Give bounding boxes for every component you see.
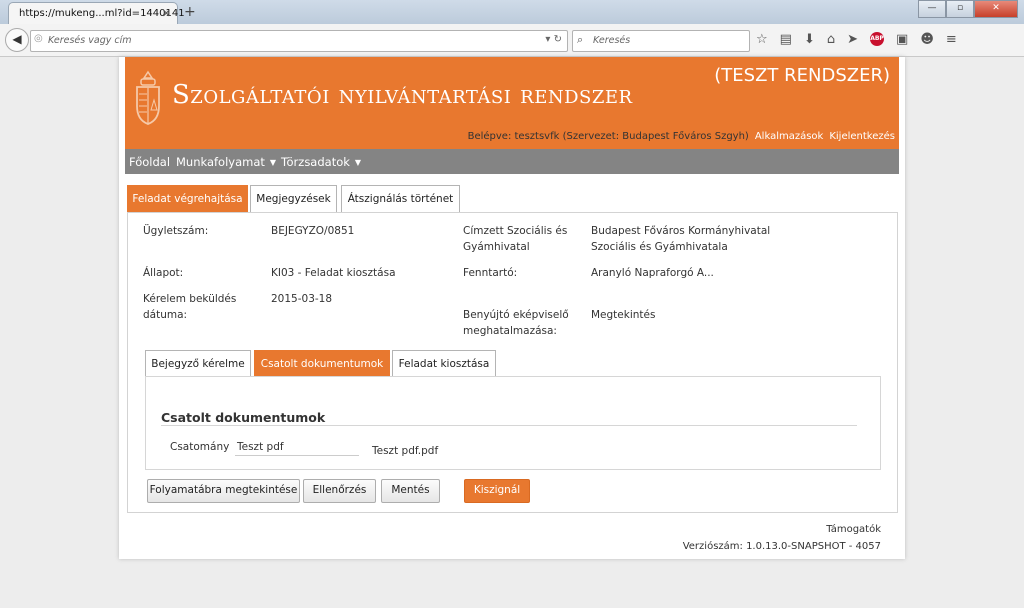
search-placeholder: Keresés xyxy=(593,35,631,46)
case-number-label: Ügyletszám: xyxy=(143,225,209,237)
browser-navbar: ◀ ◎ Keresés vagy cím ▾ ↻ ⌕ Keresés ☆ ▤ ⬇… xyxy=(0,24,1024,57)
submit-date-label-2: dátuma: xyxy=(143,309,188,321)
reload-icon[interactable]: ▾ ↻ xyxy=(545,34,562,45)
site-header: Szolgáltatói nyilvántartási rendszer (TE… xyxy=(125,57,899,131)
tab-task-execution[interactable]: Feladat végrehajtása xyxy=(127,185,248,212)
apps-link[interactable]: Alkalmazások xyxy=(755,131,824,142)
maintainer-label: Fenntartó: xyxy=(463,267,518,279)
menu-item-workflow[interactable]: Munkafolyamat ▼ xyxy=(176,155,276,169)
url-placeholder: Keresés vagy cím xyxy=(48,35,132,46)
menu-icon[interactable]: ≡ xyxy=(946,32,957,47)
search-icon: ⌕ xyxy=(577,33,584,46)
submit-date-label: Kérelem beküldés xyxy=(143,293,237,305)
divider xyxy=(161,425,857,426)
toolbar-icons: ☆ ▤ ⬇ ⌂ ➤ ABP ▣ ☻ ≡ xyxy=(756,32,957,47)
check-button[interactable]: Ellenőrzés xyxy=(303,479,376,503)
close-tab-icon[interactable]: ✕ xyxy=(162,7,171,20)
bookmark-star-icon[interactable]: ☆ xyxy=(756,32,768,47)
maintainer-value: Aranyló Napraforgó A... xyxy=(591,267,714,279)
browser-tabbar: https://mukeng...ml?id=1440141 ✕ + — ▫ ✕ xyxy=(0,0,1024,25)
tab-task-assignment[interactable]: Feladat kiosztása xyxy=(392,350,496,377)
user-bar: Belépve: tesztsvfk (Szervezet: Budapest … xyxy=(125,131,899,149)
authorization-link[interactable]: Megtekintés xyxy=(591,307,655,323)
save-button[interactable]: Mentés xyxy=(381,479,440,503)
test-system-label: (TESZT RENDSZER) xyxy=(714,65,890,86)
browser-tab[interactable]: https://mukeng...ml?id=1440141 ✕ xyxy=(8,2,185,25)
menu-item-label: Törzsadatok xyxy=(281,155,350,169)
attachment-label: Csatomány xyxy=(170,441,230,453)
page-container: Szolgáltatói nyilvántartási rendszer (TE… xyxy=(119,57,905,559)
status-label: Állapot: xyxy=(143,267,184,279)
adblock-icon[interactable]: ABP xyxy=(870,32,885,46)
submit-date-value: 2015-03-18 xyxy=(271,293,333,305)
caret-down-icon: ▼ xyxy=(354,158,362,167)
send-icon[interactable]: ➤ xyxy=(847,32,858,47)
recipient-value: Budapest Főváros Kormányhivatal xyxy=(591,225,771,237)
reading-list-icon[interactable]: ▤ xyxy=(780,32,792,47)
download-icon[interactable]: ⬇ xyxy=(804,32,815,47)
attachments-panel: Csatolt dokumentumok Csatomány Teszt pdf… xyxy=(145,376,881,470)
login-info: Belépve: tesztsvfk (Szervezet: Budapest … xyxy=(467,131,749,142)
back-arrow-icon: ◀ xyxy=(12,32,22,46)
home-icon[interactable]: ⌂ xyxy=(827,32,835,47)
maximize-button[interactable]: ▫ xyxy=(946,0,974,18)
authorization-label: Benyújtó eképviselő xyxy=(463,309,569,321)
tab-attached-documents[interactable]: Csatolt dokumentumok xyxy=(254,350,390,377)
recipient-value-2: Szociális és Gyámhivatala xyxy=(591,241,728,253)
menu-item-label: Munkafolyamat xyxy=(176,155,265,169)
menu-item-master-data[interactable]: Törzsadatok ▼ xyxy=(281,155,361,169)
tab-notes[interactable]: Megjegyzések xyxy=(250,185,337,212)
site-title: Szolgáltatói nyilvántartási rendszer xyxy=(172,80,633,110)
url-input[interactable]: ◎ Keresés vagy cím ▾ ↻ xyxy=(30,30,568,52)
caret-down-icon: ▼ xyxy=(269,158,277,167)
new-tab-button[interactable]: + xyxy=(184,4,196,20)
window-controls: — ▫ ✕ xyxy=(918,0,1018,18)
menu-item-home[interactable]: Főoldal xyxy=(129,155,170,169)
search-input[interactable]: ⌕ Keresés xyxy=(572,30,750,52)
recipient-label-2: Gyámhivatal xyxy=(463,241,530,253)
version-text: Verziószám: 1.0.13.0-SNAPSHOT - 4057 xyxy=(682,541,881,552)
chat-icon[interactable]: ☻ xyxy=(920,32,934,47)
main-menu: Főoldal Munkafolyamat ▼ Törzsadatok ▼ xyxy=(125,149,899,174)
addon-icon[interactable]: ▣ xyxy=(896,32,908,47)
status-value: KI03 - Feladat kiosztása xyxy=(271,267,396,279)
case-number-value: BEJEGYZO/0851 xyxy=(271,225,355,237)
authorization-label-2: meghatalmazása: xyxy=(463,325,557,337)
tab-applicant-request[interactable]: Bejegyző kérelme xyxy=(145,350,251,377)
globe-icon: ◎ xyxy=(34,33,43,44)
attachment-file-link[interactable]: Teszt pdf.pdf xyxy=(372,445,438,457)
assign-button[interactable]: Kiszignál xyxy=(464,479,530,503)
logout-link[interactable]: Kijelentkezés xyxy=(829,131,895,142)
minimize-button[interactable]: — xyxy=(918,0,946,18)
view-flowchart-button[interactable]: Folyamatábra megtekintése xyxy=(147,479,300,503)
back-button[interactable]: ◀ xyxy=(5,28,29,52)
tab-reassign-history[interactable]: Átszignálás történet xyxy=(341,185,460,212)
recipient-label: Címzett Szociális és xyxy=(463,225,568,237)
coat-of-arms-icon xyxy=(136,70,160,125)
task-panel: Ügyletszám: BEJEGYZO/0851 Állapot: KI03 … xyxy=(127,212,898,513)
attachments-heading: Csatolt dokumentumok xyxy=(161,410,326,425)
close-window-button[interactable]: ✕ xyxy=(974,0,1018,18)
menu-item-label: Főoldal xyxy=(129,155,171,169)
support-link[interactable]: Támogatók xyxy=(826,524,881,535)
attachment-input[interactable]: Teszt pdf xyxy=(235,439,359,456)
browser-tab-title: https://mukeng...ml?id=1440141 xyxy=(19,8,185,19)
